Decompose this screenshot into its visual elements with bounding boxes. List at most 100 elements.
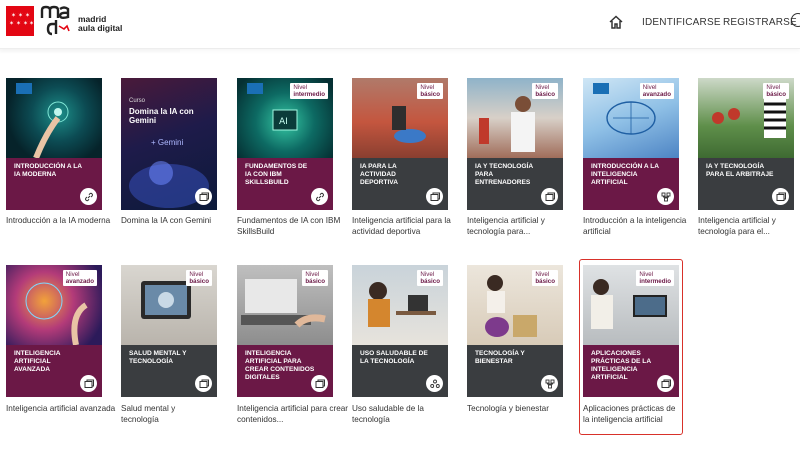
course-icon[interactable] — [80, 375, 97, 392]
gemini-brand: + Gemini — [151, 138, 184, 147]
level-text: Nivel básico — [305, 271, 325, 285]
course-card-salud-mental[interactable]: Nivel básico SALUD MENTAL Y TECNOLOGÍA — [121, 265, 217, 397]
level-value: básico — [535, 278, 555, 285]
level-badge: Nivel básico — [532, 83, 558, 99]
level-badge: Nivel intermedio — [290, 83, 328, 99]
level-prefix: Nivel — [766, 84, 781, 91]
level-prefix: Nivel — [293, 84, 308, 91]
level-text: Nivel intermedio — [639, 271, 671, 285]
course-card-intro-ia-moderna[interactable]: INTRODUCCIÓN A LA IA MODERNA — [6, 78, 102, 210]
card-caption[interactable]: Introducción a la inteligencia artificia… — [583, 215, 695, 237]
level-text: Nivel básico — [535, 271, 555, 285]
card-title: IA Y TECNOLOGÍA PARA ENTRENADORES — [475, 163, 533, 186]
course-card-tecnologia-bienestar[interactable]: Nivel básico TECNOLOGÍA Y BIENESTAR — [467, 265, 563, 397]
level-badge: Nivel intermedio — [636, 270, 674, 286]
level-value: intermedio — [293, 91, 325, 98]
level-value: básico — [420, 91, 440, 98]
course-card-contenidos-digitales[interactable]: Nivel básico INTELIGENCIA ARTIFICIAL PARA… — [237, 265, 333, 397]
svg-text:AI: AI — [279, 117, 288, 127]
course-card-aplicaciones-practicas[interactable]: Nivel intermedio APLICACIONES PRÁCTICAS D… — [583, 265, 679, 397]
course-card-gemini[interactable]: Curso Domina la IA con Gemini + Gemini — [121, 78, 217, 210]
level-value: básico — [535, 91, 555, 98]
madrid-flag-logo[interactable]: ✶ ✶ ✶ ✶ ✶ ✶ ✶ — [6, 6, 34, 36]
card-image — [6, 78, 102, 160]
community-logo — [247, 83, 263, 94]
course-card-ia-avanzada[interactable]: Nivel avanzado INTELIGENCIA ARTIFICIAL AV… — [6, 265, 102, 397]
level-badge: Nivel básico — [417, 83, 443, 99]
card-title: APLICACIONES PRÁCTICAS DE LA INTELIGENCI… — [591, 350, 651, 381]
card-caption[interactable]: Inteligencia artificial para la activida… — [352, 215, 464, 237]
course-card-intro-inteligencia-artificial[interactable]: Nivel avanzado INTRODUCCIÓN A LA INTELIGE… — [583, 78, 679, 210]
level-badge: Nivel básico — [763, 83, 789, 99]
level-value: intermedio — [639, 278, 671, 285]
level-prefix: Nivel — [535, 84, 550, 91]
card-caption[interactable]: Introducción a la IA moderna — [6, 215, 118, 226]
home-icon[interactable] — [608, 14, 624, 30]
path-icon[interactable] — [541, 375, 558, 392]
course-card-arbitraje[interactable]: Nivel básico IA Y TECNOLOGÍA PARA EL ARBI… — [698, 78, 794, 210]
level-prefix: Nivel — [420, 84, 435, 91]
level-text: Nivel básico — [766, 84, 786, 98]
level-text: Nivel avanzado — [643, 84, 671, 98]
link-icon[interactable] — [80, 188, 97, 205]
course-icon[interactable] — [311, 375, 328, 392]
cover-label: Curso — [129, 98, 146, 104]
card-caption[interactable]: Aplicaciones prácticas de la inteligenci… — [583, 403, 679, 425]
course-card-ibm-skillsbuild[interactable]: AI Nivel intermedio FUNDAMENTOS DE IA CON… — [237, 78, 333, 210]
mad-logo[interactable] — [40, 4, 74, 38]
card-caption[interactable]: Tecnología y bienestar — [467, 403, 579, 414]
course-icon[interactable] — [657, 375, 674, 392]
level-value: avanzado — [642, 91, 671, 98]
level-value: avanzado — [65, 278, 94, 285]
level-text: Nivel básico — [535, 84, 555, 98]
group-icon[interactable] — [426, 375, 443, 392]
path-icon[interactable] — [657, 188, 674, 205]
level-text: Nivel básico — [420, 84, 440, 98]
course-card-actividad-deportiva[interactable]: Nivel básico IA PARA LA ACTIVIDAD DEPORTI… — [352, 78, 448, 210]
level-badge: Nivel básico — [417, 270, 443, 286]
level-prefix: Nivel — [639, 271, 654, 278]
card-caption[interactable]: Uso saludable de la tecnología — [352, 403, 442, 425]
card-caption[interactable]: Domina la IA con Gemini — [121, 215, 233, 226]
card-title: FUNDAMENTOS DE IA CON IBM SKILLSBUILD — [245, 163, 308, 186]
card-title: INTELIGENCIA ARTIFICIAL AVANZADA — [14, 350, 61, 373]
level-prefix: Nivel — [65, 271, 80, 278]
course-icon[interactable] — [195, 375, 212, 392]
help-icon[interactable] — [791, 13, 800, 27]
course-icon[interactable] — [541, 188, 558, 205]
level-prefix: Nivel — [189, 271, 204, 278]
level-prefix: Nivel — [642, 84, 657, 91]
level-badge: Nivel básico — [186, 270, 212, 286]
brand-line-2: aula digital — [78, 23, 123, 33]
level-badge: Nivel avanzado — [62, 270, 97, 286]
level-value: básico — [420, 278, 440, 285]
level-text: Nivel básico — [420, 271, 440, 285]
cover-title: Domina la IA con Gemini — [129, 107, 194, 125]
level-prefix: Nivel — [420, 271, 435, 278]
course-icon[interactable] — [195, 188, 212, 205]
course-icon[interactable] — [772, 188, 789, 205]
register-link[interactable]: REGISTRARSE — [723, 17, 797, 28]
card-caption[interactable]: Inteligencia artificial y tecnología par… — [467, 215, 579, 237]
level-prefix: Nivel — [535, 271, 550, 278]
course-icon[interactable] — [426, 188, 443, 205]
level-badge: Nivel avanzado — [639, 83, 674, 99]
top-navigation-bar: ✶ ✶ ✶ ✶ ✶ ✶ ✶ madrid aula digital IDENTIFICAR… — [0, 0, 800, 49]
card-caption[interactable]: Inteligencia artificial avanzada — [6, 403, 118, 414]
login-link[interactable]: IDENTIFICARSE — [642, 17, 721, 28]
course-card-entrenadores[interactable]: Nivel básico IA Y TECNOLOGÍA PARA ENTRENA… — [467, 78, 563, 210]
card-title: USO SALUDABLE DE LA TECNOLOGÍA — [360, 350, 428, 365]
card-caption[interactable]: Inteligencia artificial para crear conte… — [237, 403, 349, 425]
brand-text: madrid aula digital — [78, 15, 122, 33]
card-caption[interactable]: Inteligencia artificial y tecnología par… — [698, 215, 798, 237]
card-caption[interactable]: Salud mental y tecnología — [121, 403, 201, 425]
level-prefix: Nivel — [305, 271, 320, 278]
link-icon[interactable] — [311, 188, 328, 205]
course-card-uso-saludable[interactable]: Nivel básico USO SALUDABLE DE LA TECNOLOG… — [352, 265, 448, 397]
card-title: TECNOLOGÍA Y BIENESTAR — [475, 350, 525, 365]
level-badge: Nivel básico — [302, 270, 328, 286]
card-title: INTRODUCCIÓN A LA INTELIGENCIA ARTIFICIA… — [591, 163, 659, 186]
card-caption[interactable]: Fundamentos de IA con IBM SkillsBuild — [237, 215, 349, 237]
card-title: IA PARA LA ACTIVIDAD DEPORTIVA — [360, 163, 398, 186]
community-logo — [593, 83, 609, 94]
